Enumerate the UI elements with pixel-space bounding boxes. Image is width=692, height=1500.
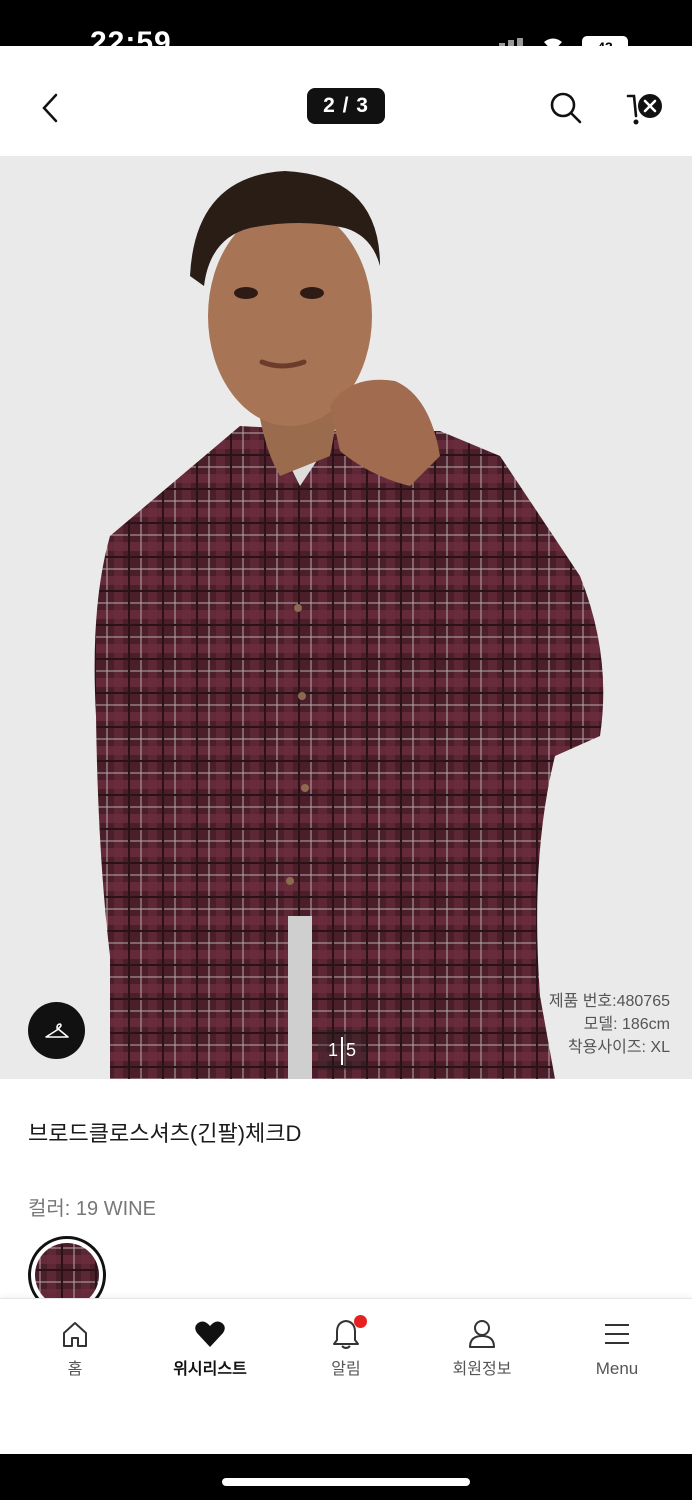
battery-icon: 43 — [582, 36, 628, 46]
back-button[interactable] — [30, 86, 70, 130]
product-number: 제품 번호:480765 — [548, 993, 670, 1010]
status-bar: 22:59 43 — [0, 0, 692, 46]
search-button[interactable] — [546, 88, 586, 128]
image-total: 5 — [346, 1040, 357, 1060]
home-indicator[interactable] — [222, 1478, 470, 1486]
cart-button[interactable] — [622, 86, 670, 130]
tab-wishlist-label: 위시리스트 — [173, 1361, 247, 1378]
try-on-button[interactable] — [28, 1002, 85, 1059]
notification-badge — [354, 1315, 367, 1328]
image-pagination-divider — [341, 1037, 343, 1066]
chevron-left-icon — [42, 93, 58, 123]
menu-icon — [605, 1324, 629, 1344]
wifi-icon — [544, 38, 562, 46]
top-navigation: 2 / 3 — [0, 46, 692, 156]
heart-icon — [195, 1321, 225, 1347]
product-image[interactable]: 15 제품 번호:480765 모델: 186cm 착용사이즈: XL — [0, 156, 692, 1079]
cart-icon — [626, 94, 662, 125]
model-info: 제품 번호:480765 모델: 186cm 착용사이즈: XL — [549, 990, 670, 1059]
color-label: 컬러: 19 WINE — [28, 1198, 156, 1220]
model-height: 모델: 186cm — [583, 1016, 670, 1033]
tab-menu[interactable]: Menu — [562, 1315, 672, 1385]
tab-notifications[interactable]: 알림 — [291, 1315, 401, 1385]
page-counter: 2 / 3 — [307, 88, 385, 124]
signal-icon — [490, 38, 523, 46]
home-indicator-area — [0, 1454, 692, 1500]
bottom-tab-bar: 홈 위시리스트 알림 회원정보 Menu — [0, 1298, 692, 1454]
home-icon — [63, 1322, 87, 1347]
model-size: 착용사이즈: XL — [567, 1039, 670, 1056]
image-current: 1 — [327, 1040, 338, 1060]
tab-account-label: 회원정보 — [452, 1361, 512, 1378]
status-time: 22:59 — [90, 26, 172, 46]
tab-menu-label: Menu — [595, 1359, 639, 1378]
tab-home-label: 홈 — [67, 1361, 83, 1378]
search-icon — [550, 92, 582, 124]
tab-notifications-label: 알림 — [331, 1361, 361, 1378]
image-pagination: 15 — [318, 1030, 366, 1070]
model-photo — [94, 171, 604, 1079]
product-title: 브로드클로스셔츠(긴팔)체크D — [28, 1121, 302, 1146]
user-icon — [469, 1320, 495, 1348]
tab-wishlist[interactable]: 위시리스트 — [155, 1315, 265, 1385]
tab-account[interactable]: 회원정보 — [427, 1315, 537, 1385]
tab-home[interactable]: 홈 — [20, 1315, 130, 1385]
hanger-icon — [44, 1022, 69, 1038]
app-screen: 2 / 3 1 5 제품 번호:480765 모델: 186cm 착용사이즈: … — [0, 46, 692, 1454]
